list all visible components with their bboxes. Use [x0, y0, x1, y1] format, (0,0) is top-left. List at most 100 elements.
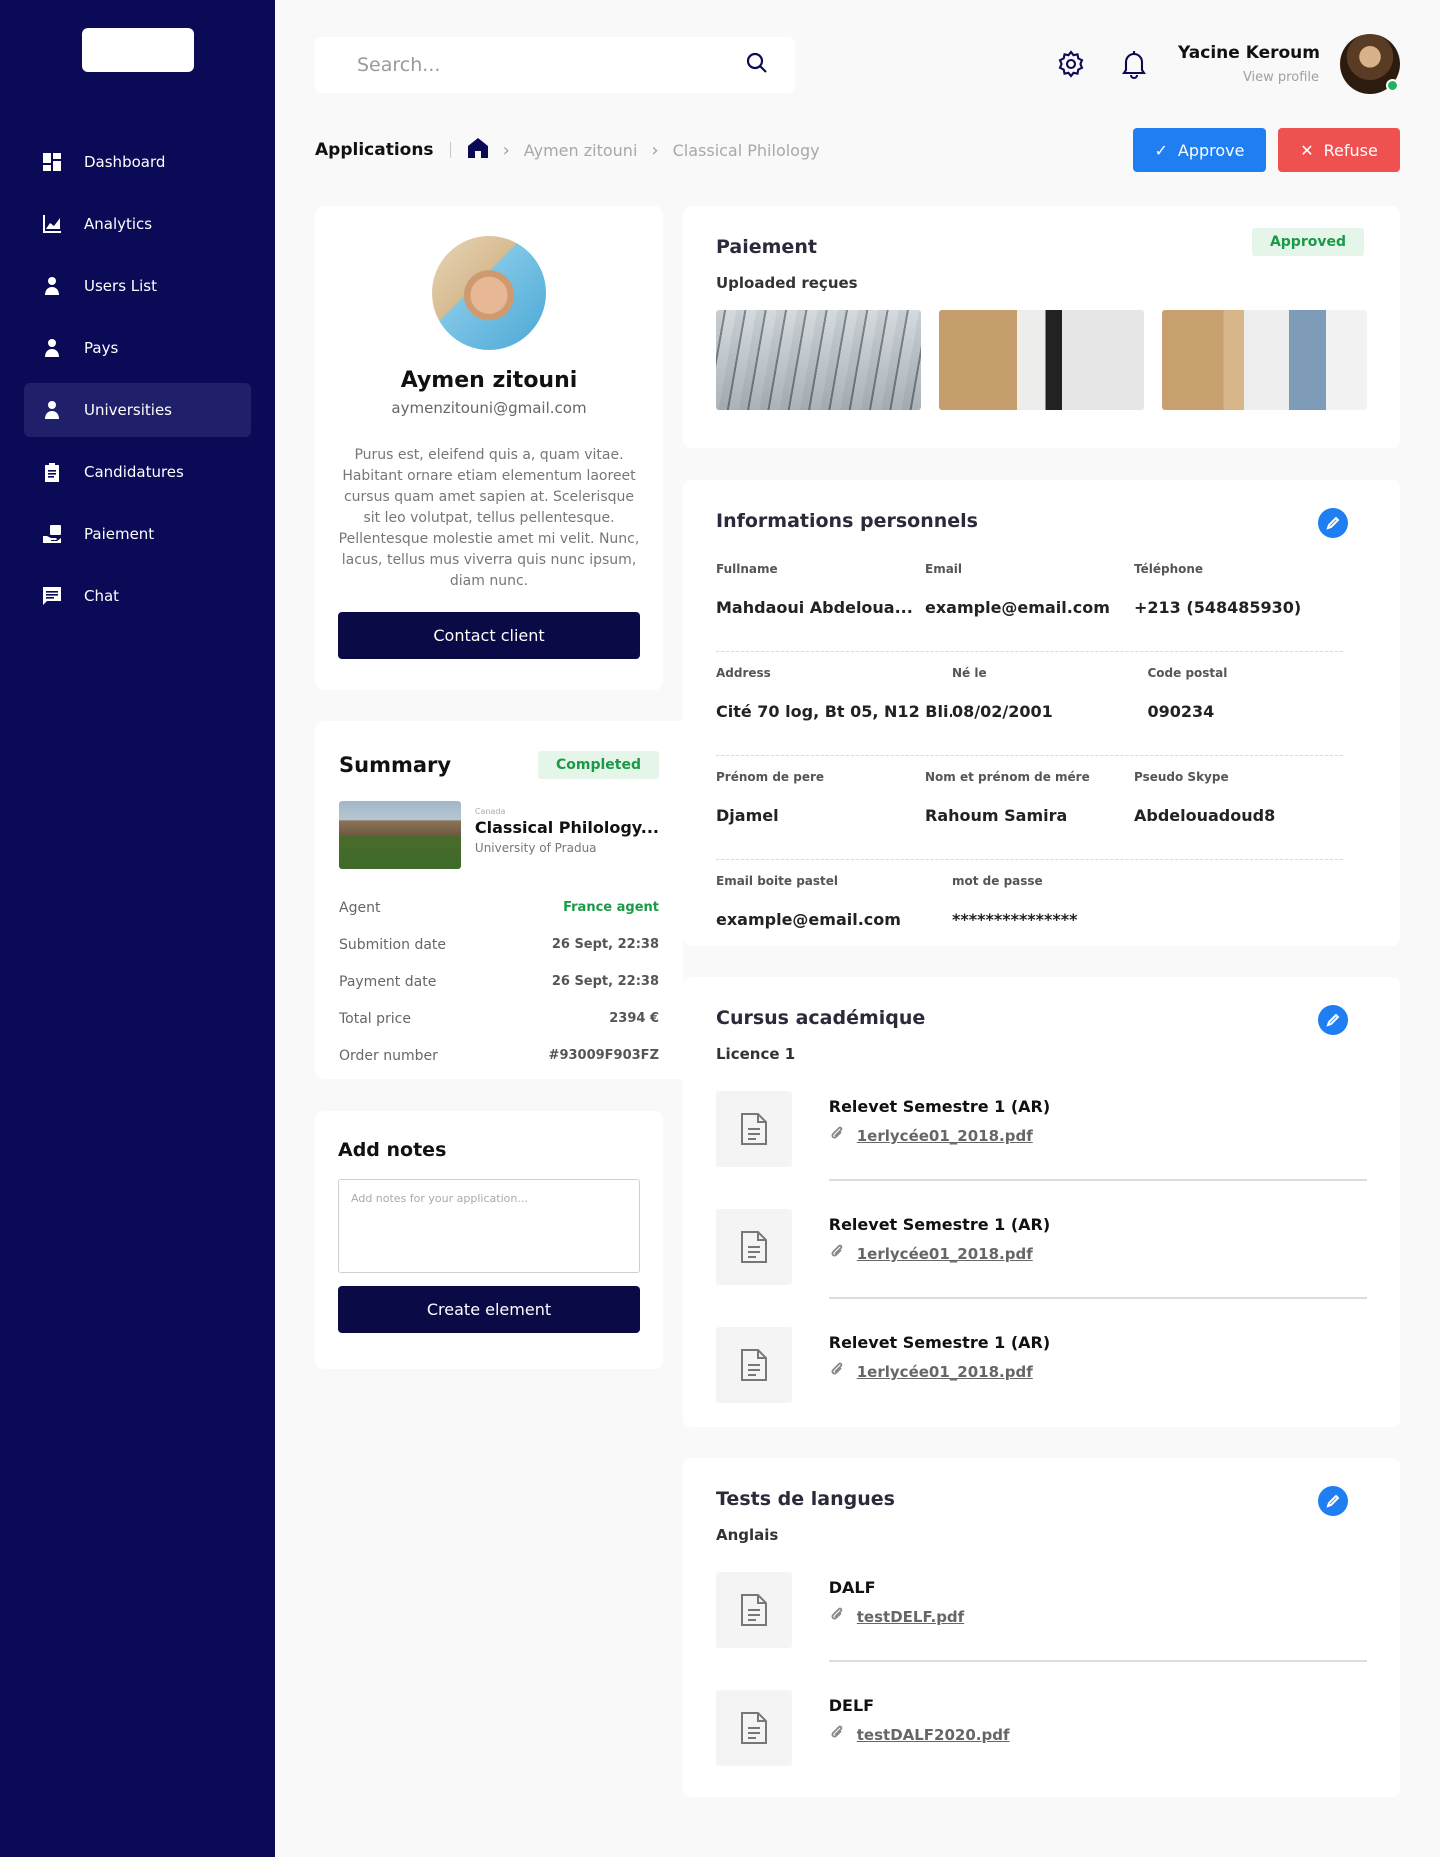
- paperclip-icon: [829, 1607, 845, 1627]
- page-title: Applications: [315, 140, 434, 160]
- document-title: DALF: [828, 1578, 876, 1597]
- payment-icon: [42, 524, 62, 544]
- home-icon[interactable]: [467, 137, 489, 163]
- sidebar-item-label: Analytics: [84, 215, 153, 233]
- paperclip-icon: [829, 1362, 845, 1382]
- info-row: Address Cité 70 log, Bt 05, N12 Bli... N…: [716, 652, 1343, 756]
- summary-key: Payment date: [339, 973, 437, 990]
- personal-info-card: Informations personnels Fullname Mahdaou…: [683, 480, 1400, 946]
- summary-value: 26 Sept, 22:38: [551, 974, 659, 989]
- sidebar-item-analytics[interactable]: Analytics: [24, 197, 251, 251]
- personal-info-grid: Fullname Mahdaoui Abdeloua... Email exam…: [716, 548, 1367, 964]
- info-label: Né le: [952, 666, 987, 680]
- info-value: Mahdaoui Abdeloua...: [716, 598, 913, 617]
- document-list: DALF testDELF.pdf DELF testDALF2020.pdf: [716, 1572, 1367, 1780]
- document-file-link[interactable]: 1erlycée01_2018.pdf: [857, 1127, 1033, 1145]
- breadcrumb-item-applicant[interactable]: Aymen zitouni: [524, 141, 638, 160]
- info-value: example@email.com: [925, 598, 1110, 617]
- user-icon: [42, 276, 62, 296]
- chevron-right-icon: ›: [502, 139, 510, 161]
- create-element-button[interactable]: Create element: [338, 1286, 640, 1333]
- document-item: DALF testDELF.pdf: [716, 1572, 1367, 1662]
- info-label: Fullname: [716, 562, 778, 576]
- applicant-email: aymenzitouni@gmail.com: [391, 399, 587, 417]
- info-field: Téléphone +213 (548485930): [1134, 562, 1343, 651]
- summary-value: 2394 €: [609, 1011, 659, 1026]
- summary-value: France agent: [563, 900, 659, 915]
- university-row[interactable]: Canada Classical Philology... University…: [339, 801, 659, 869]
- receipt-image[interactable]: [716, 310, 921, 410]
- language-tests-card: Tests de langues Anglais DALF testDELF.p…: [683, 1458, 1400, 1797]
- info-label: Pseudo Skype: [1134, 770, 1229, 784]
- chevron-right-icon: ›: [651, 139, 659, 161]
- edit-button[interactable]: [1318, 508, 1348, 538]
- sidebar-item-pays[interactable]: Pays: [24, 321, 251, 375]
- receipt-image[interactable]: [939, 310, 1144, 410]
- search-input[interactable]: [357, 54, 745, 76]
- info-value: Cité 70 log, Bt 05, N12 Bli...: [716, 702, 952, 721]
- applicant-bio: Purus est, eleifend quis a, quam vitae. …: [338, 447, 640, 589]
- summary-title: Summary: [339, 753, 452, 777]
- receipt-image[interactable]: [1162, 310, 1367, 410]
- program-name: Classical Philology...: [474, 818, 659, 837]
- document-icon: [716, 1091, 792, 1167]
- document-item: Relevet Semestre 1 (AR) 1erlycée01_2018.…: [716, 1327, 1367, 1417]
- info-field: Né le 08/02/2001: [952, 666, 1148, 755]
- document-file-link[interactable]: 1erlycée01_2018.pdf: [857, 1363, 1033, 1381]
- university-country: Canada: [474, 807, 506, 816]
- sidebar-item-chat[interactable]: Chat: [24, 569, 251, 623]
- search-icon[interactable]: [745, 51, 769, 79]
- clipboard-icon: [42, 462, 62, 482]
- breadcrumb: Applications › Aymen zitouni › Classical…: [315, 137, 820, 163]
- info-label: Téléphone: [1134, 562, 1204, 576]
- gear-icon[interactable]: [1056, 48, 1086, 80]
- summary-rows: Agent France agent Submition date 26 Sep…: [339, 889, 659, 1074]
- document-file-link[interactable]: testDALF2020.pdf: [857, 1726, 1010, 1744]
- info-row: Email boite pastel example@email.com mot…: [716, 860, 1343, 964]
- info-value: Rahoum Samira: [925, 806, 1068, 825]
- summary-row: Order number #93009F903FZ: [339, 1037, 659, 1074]
- bell-icon[interactable]: [1119, 48, 1149, 80]
- approve-button[interactable]: ✓ Approve: [1133, 128, 1266, 172]
- sidebar: Dashboard Analytics Users List Pays Univ…: [0, 0, 275, 1857]
- summary-row: Submition date 26 Sept, 22:38: [339, 926, 659, 963]
- info-label: Address: [716, 666, 771, 680]
- info-value: +213 (548485930): [1134, 598, 1302, 617]
- notes-textarea[interactable]: [338, 1179, 640, 1273]
- edit-button[interactable]: [1318, 1005, 1348, 1035]
- edit-button[interactable]: [1318, 1486, 1348, 1516]
- sidebar-item-dashboard[interactable]: Dashboard: [24, 135, 251, 189]
- paiement-subtitle: Uploaded reçues: [716, 274, 858, 292]
- sidebar-item-paiement[interactable]: Paiement: [24, 507, 251, 561]
- info-label: Prénom de pere: [716, 770, 825, 784]
- info-field: Address Cité 70 log, Bt 05, N12 Bli...: [716, 666, 952, 755]
- info-label: Code postal: [1147, 666, 1228, 680]
- view-profile-link[interactable]: View profile: [1243, 70, 1319, 85]
- sidebar-item-users-list[interactable]: Users List: [24, 259, 251, 313]
- document-icon: [716, 1690, 792, 1766]
- info-field: Pseudo Skype Abdelouadoud8: [1134, 770, 1343, 859]
- info-row: Fullname Mahdaoui Abdeloua... Email exam…: [716, 548, 1343, 652]
- app-logo[interactable]: [82, 28, 194, 72]
- info-value: 08/02/2001: [952, 702, 1053, 721]
- info-row: Prénom de pere Djamel Nom et prénom de m…: [716, 756, 1343, 860]
- document-item: Relevet Semestre 1 (AR) 1erlycée01_2018.…: [716, 1209, 1367, 1299]
- document-title: Relevet Semestre 1 (AR): [828, 1215, 1051, 1234]
- summary-key: Total price: [339, 1010, 411, 1027]
- info-value: example@email.com: [716, 910, 901, 929]
- breadcrumb-divider: [449, 142, 451, 158]
- contact-client-button[interactable]: Contact client: [338, 612, 640, 659]
- pencil-icon: [1326, 1013, 1340, 1027]
- sidebar-item-candidatures[interactable]: Candidatures: [24, 445, 251, 499]
- breadcrumb-item-program[interactable]: Classical Philology: [673, 141, 820, 160]
- notes-card: Add notes Create element: [315, 1111, 663, 1369]
- document-file-link[interactable]: testDELF.pdf: [857, 1608, 964, 1626]
- document-file-link[interactable]: 1erlycée01_2018.pdf: [857, 1245, 1033, 1263]
- approve-label: Approve: [1177, 140, 1245, 160]
- check-icon: ✓: [1154, 140, 1168, 160]
- refuse-button[interactable]: ✕ Refuse: [1278, 128, 1400, 172]
- university-name: University of Pradua: [474, 841, 597, 855]
- sidebar-item-universities[interactable]: Universities: [24, 383, 251, 437]
- profile-card: Aymen zitouni aymenzitouni@gmail.com Pur…: [315, 206, 663, 690]
- info-label: Email boite pastel: [716, 874, 839, 888]
